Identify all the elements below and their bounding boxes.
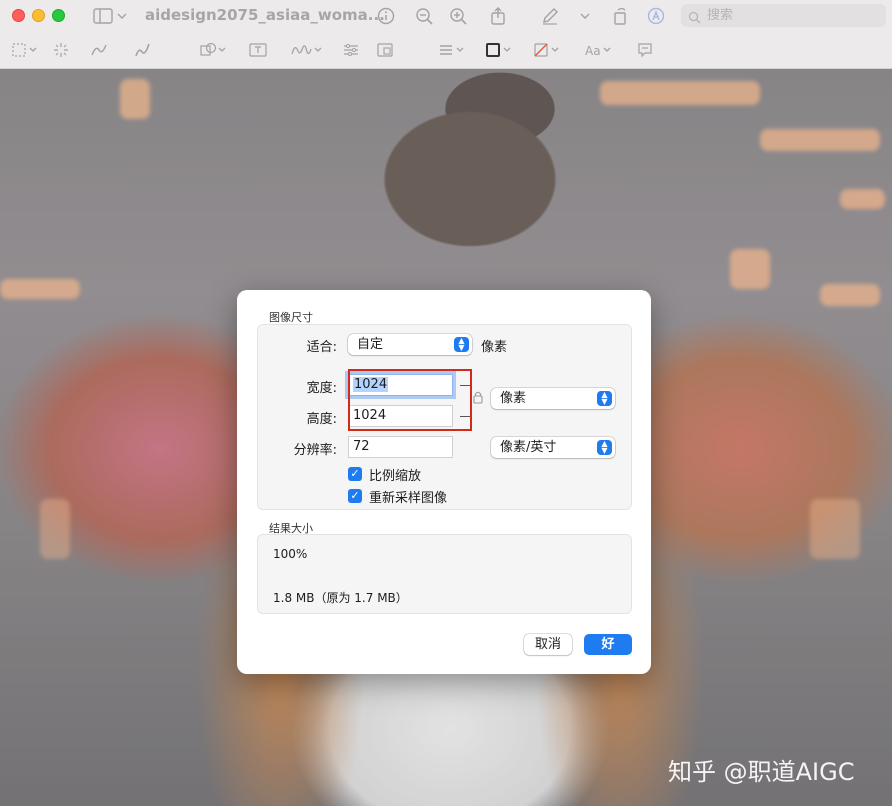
shape-style-icon[interactable] bbox=[438, 41, 468, 59]
resolution-label: 分辨率: bbox=[293, 443, 337, 458]
ok-button[interactable]: 好 bbox=[584, 634, 632, 655]
updown-chevron-icon: ▲ ▼ bbox=[454, 337, 469, 352]
chevron-down-icon[interactable] bbox=[578, 6, 592, 26]
scale-proportionally-checkbox[interactable]: ✓ bbox=[348, 467, 362, 481]
markup-pen-icon[interactable] bbox=[540, 6, 560, 26]
resolution-field[interactable]: 72 bbox=[348, 436, 453, 458]
size-unit-value: 像素 bbox=[500, 391, 527, 406]
zoom-out-icon[interactable] bbox=[414, 6, 434, 26]
text-style-icon[interactable]: Aa bbox=[584, 41, 614, 59]
resample-label: 重新采样图像 bbox=[369, 491, 448, 506]
fit-label: 适合: bbox=[306, 340, 337, 355]
title-bar: aidesign2075_asiaa_woma... 搜索 bbox=[0, 0, 892, 32]
draw-icon[interactable] bbox=[134, 41, 152, 59]
resample-checkbox[interactable]: ✓ bbox=[348, 489, 362, 503]
rotate-icon[interactable] bbox=[610, 6, 630, 26]
height-label: 高度: bbox=[306, 412, 337, 427]
result-file-size: 1.8 MB（原为 1.7 MB） bbox=[273, 591, 408, 605]
resolution-value: 72 bbox=[353, 439, 370, 454]
resolution-unit-value: 像素/英寸 bbox=[500, 440, 557, 455]
svg-text:Aa: Aa bbox=[585, 44, 601, 58]
adjust-color-icon[interactable] bbox=[342, 41, 360, 59]
close-window-button[interactable] bbox=[12, 9, 25, 22]
resolution-unit-popup[interactable]: 像素/英寸 ▲ ▼ bbox=[491, 437, 615, 458]
search-icon bbox=[688, 9, 701, 32]
border-color-icon[interactable] bbox=[484, 41, 516, 59]
fit-popup[interactable]: 自定 ▲ ▼ bbox=[348, 334, 472, 355]
watermark-text: 知乎 @职道AIGC bbox=[668, 758, 855, 786]
note-icon[interactable] bbox=[636, 41, 654, 59]
sketch-icon[interactable] bbox=[90, 41, 108, 59]
preview-window: aidesign2075_asiaa_woma... 搜索 Aa 知乎 @职道A… bbox=[0, 0, 892, 806]
adjust-size-icon[interactable] bbox=[376, 41, 394, 59]
search-placeholder: 搜索 bbox=[707, 8, 734, 23]
selection-tool-icon[interactable] bbox=[12, 41, 40, 59]
annotation-highlight-box bbox=[348, 369, 472, 431]
search-field[interactable]: 搜索 bbox=[681, 4, 886, 27]
fill-color-icon[interactable] bbox=[532, 41, 564, 59]
minimize-window-button[interactable] bbox=[32, 9, 45, 22]
cancel-button[interactable]: 取消 bbox=[524, 634, 572, 655]
width-label: 宽度: bbox=[306, 381, 337, 396]
share-icon[interactable] bbox=[488, 6, 508, 26]
text-box-icon[interactable] bbox=[248, 41, 268, 59]
result-percent: 100% bbox=[273, 547, 308, 561]
fit-unit-label: 像素 bbox=[481, 340, 508, 355]
lock-icon[interactable] bbox=[472, 390, 484, 407]
image-size-section-title: 图像尺寸 bbox=[269, 311, 313, 324]
document-title: aidesign2075_asiaa_woma... bbox=[145, 6, 385, 24]
zoom-in-icon[interactable] bbox=[448, 6, 468, 26]
annotate-icon[interactable] bbox=[646, 6, 666, 26]
fit-popup-value: 自定 bbox=[357, 337, 384, 352]
markup-toolbar: Aa bbox=[0, 32, 892, 69]
image-size-dialog: 图像尺寸 适合: 自定 ▲ ▼ 像素 宽度: 1024 高度: 1024 像素 ▲… bbox=[237, 290, 651, 674]
updown-chevron-icon: ▲ ▼ bbox=[597, 391, 612, 406]
shapes-icon[interactable] bbox=[200, 41, 228, 59]
scale-proportionally-label: 比例缩放 bbox=[369, 469, 422, 484]
instant-alpha-icon[interactable] bbox=[52, 41, 70, 59]
updown-chevron-icon: ▲ ▼ bbox=[597, 440, 612, 455]
size-unit-popup[interactable]: 像素 ▲ ▼ bbox=[491, 388, 615, 409]
zoom-window-button[interactable] bbox=[52, 9, 65, 22]
signature-icon[interactable] bbox=[290, 41, 324, 59]
sidebar-toggle-icon[interactable] bbox=[92, 6, 128, 26]
info-icon[interactable] bbox=[376, 6, 396, 26]
